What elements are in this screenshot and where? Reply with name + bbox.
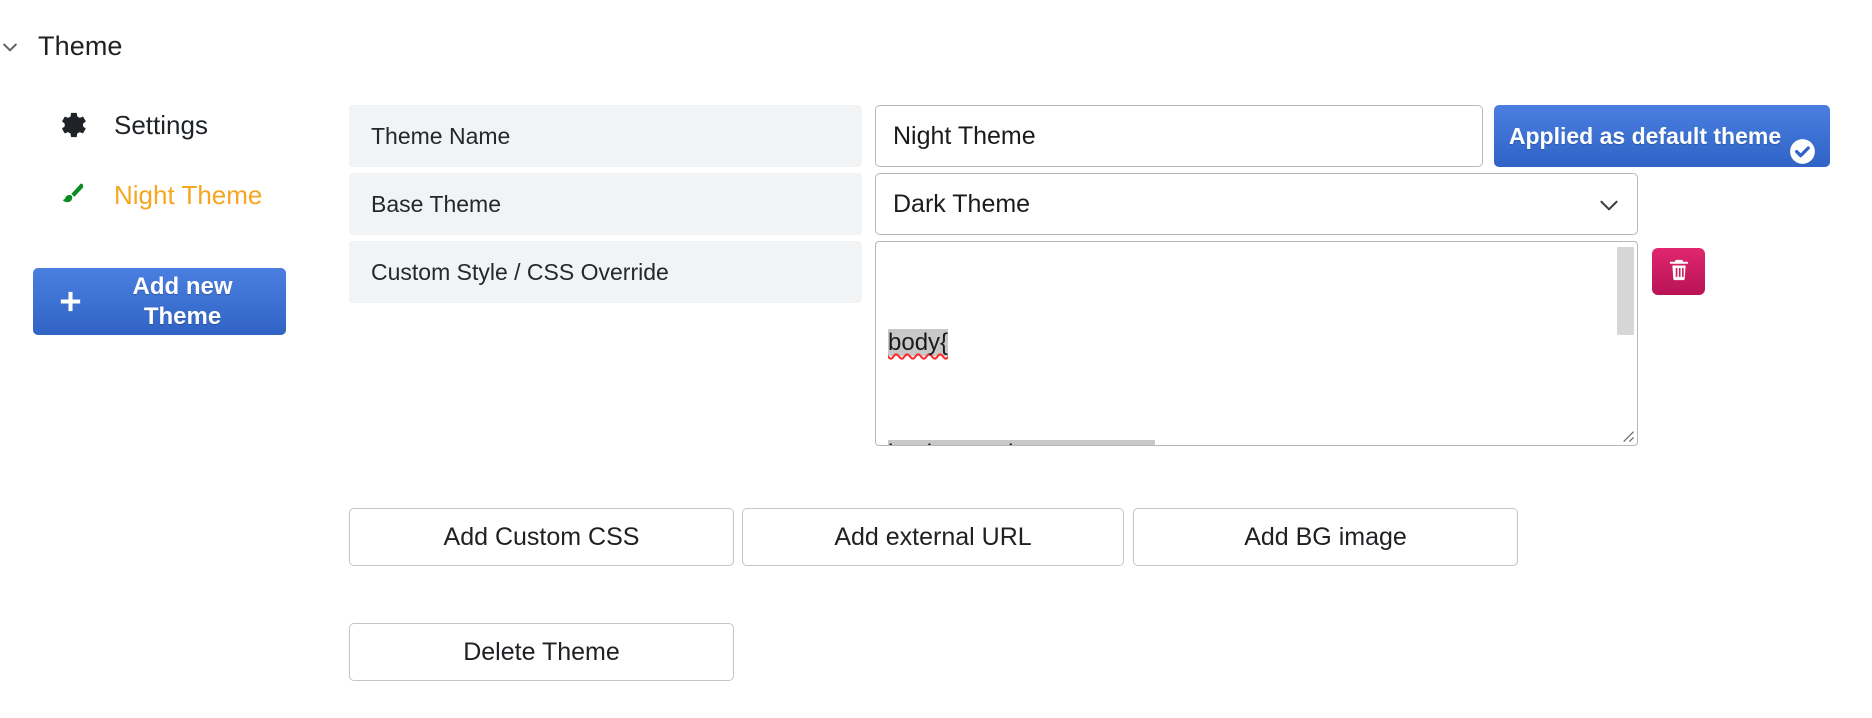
- css-line: background: transparent;: [888, 435, 1617, 445]
- sidebar-item-settings[interactable]: Settings: [58, 110, 208, 140]
- plus-icon: [47, 288, 93, 315]
- css-line: body{: [888, 329, 949, 356]
- sidebar-item-label: Settings: [114, 110, 208, 140]
- theme-settings-page: Theme Settings Night Theme Add new Theme…: [0, 0, 1872, 718]
- custom-css-content: body{ background: transparent; } .page-d…: [888, 250, 1617, 445]
- custom-css-textarea[interactable]: body{ background: transparent; } .page-d…: [875, 241, 1638, 446]
- add-new-theme-button[interactable]: Add new Theme: [33, 268, 286, 335]
- theme-name-field-group: Applied as default theme: [875, 105, 1830, 167]
- sidebar-section-title: Theme: [38, 31, 123, 61]
- add-custom-css-button[interactable]: Add Custom CSS: [349, 508, 734, 566]
- field-label: Custom Style / CSS Override: [349, 241, 862, 303]
- paint-brush-icon: [58, 180, 88, 210]
- add-new-theme-label: Add new Theme: [132, 273, 233, 330]
- sidebar: Theme Settings Night Theme Add new Theme: [0, 0, 340, 718]
- form-row-custom-css: Custom Style / CSS Override body{ backgr…: [349, 241, 1830, 446]
- theme-form: Theme Name Applied as default theme Base…: [349, 105, 1830, 452]
- resize-grip-icon[interactable]: [1618, 426, 1635, 443]
- applied-badge-label: Applied as default theme: [1508, 122, 1782, 149]
- trash-icon: [1666, 257, 1692, 286]
- theme-name-input[interactable]: [875, 105, 1483, 167]
- add-external-url-button[interactable]: Add external URL: [742, 508, 1124, 566]
- check-circle-icon: [1789, 138, 1816, 168]
- chevron-down-icon: [0, 37, 20, 57]
- scrollbar-thumb[interactable]: [1617, 247, 1634, 335]
- base-theme-field-group: Dark Theme: [875, 173, 1638, 235]
- form-row-theme-name: Theme Name Applied as default theme: [349, 105, 1830, 167]
- field-label: Theme Name: [349, 105, 862, 167]
- sidebar-item-label: Night Theme: [114, 180, 263, 210]
- custom-css-field-group: body{ background: transparent; } .page-d…: [875, 241, 1638, 446]
- sidebar-section-header-theme[interactable]: Theme: [0, 33, 123, 60]
- delete-css-row-button[interactable]: [1652, 248, 1705, 295]
- gear-icon: [58, 110, 88, 140]
- sidebar-item-night-theme[interactable]: Night Theme: [58, 180, 262, 210]
- applied-as-default-theme-badge[interactable]: Applied as default theme: [1494, 105, 1830, 167]
- delete-theme-button[interactable]: Delete Theme: [349, 623, 734, 681]
- form-row-base-theme: Base Theme Dark Theme: [349, 173, 1830, 235]
- base-theme-select[interactable]: Dark Theme: [875, 173, 1638, 235]
- add-bg-image-button[interactable]: Add BG image: [1133, 508, 1518, 566]
- field-label: Base Theme: [349, 173, 862, 235]
